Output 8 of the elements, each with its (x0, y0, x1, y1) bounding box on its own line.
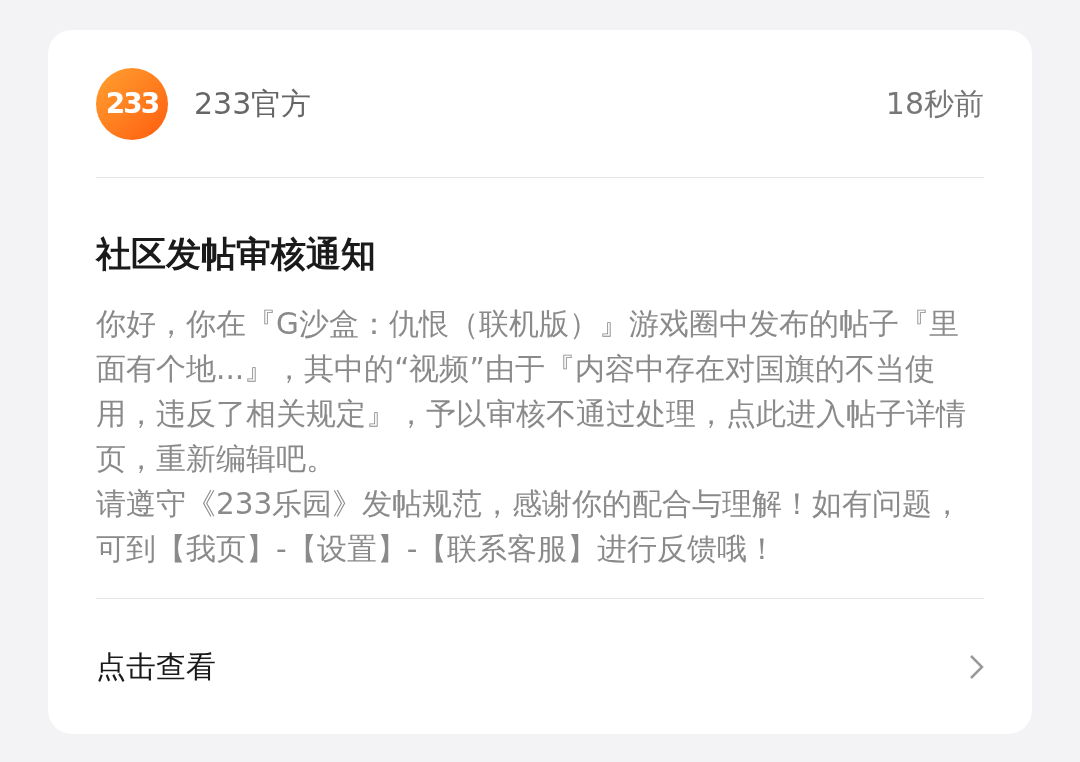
message-paragraph: 请遵守《233乐园》发帖规范，感谢你的配合与理解！如有问题，可到【我页】-【设置】-【联系客服】进行反馈哦！ (96, 486, 964, 569)
app-logo: 233 (96, 67, 168, 140)
view-details-button[interactable]: 点击查看 (96, 599, 984, 734)
sender-name: 233官方 (194, 85, 312, 124)
message-paragraph: 你好，你在『G沙盒：仇恨（联机版）』游戏圈中发布的帖子『里面有个地...』，其中的“视频”由于『内容中存在对国旗的不当使用，违反了相关规定』，予以审核不通过处理，点此进入帖子详情页，重新编辑吧。 (96, 306, 967, 479)
timestamp: 18秒前 (885, 85, 984, 124)
notification-title: 社区发帖审核通知 (96, 233, 377, 277)
chevron-right-icon (968, 653, 984, 680)
